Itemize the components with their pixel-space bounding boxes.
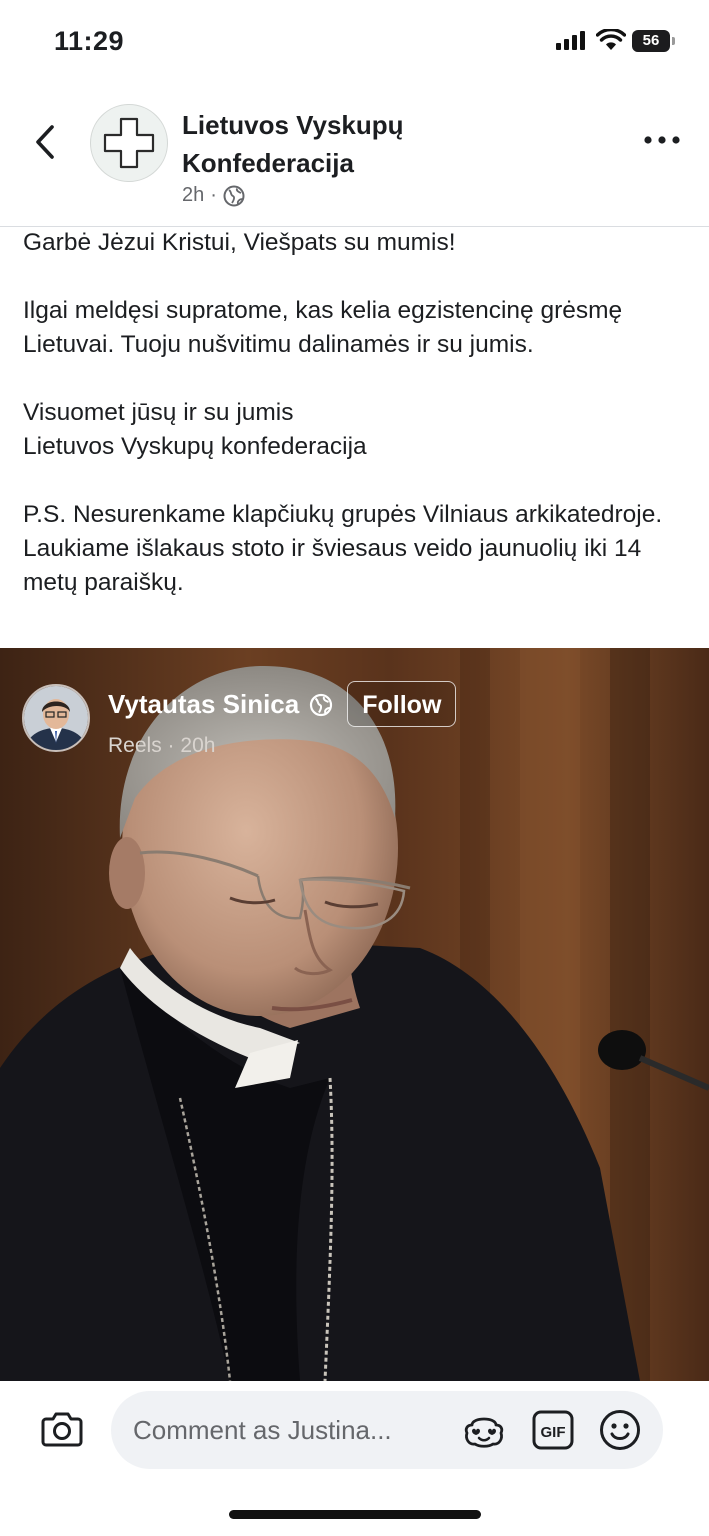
gif-icon[interactable]: GIF (532, 1410, 574, 1450)
globe-icon (310, 693, 333, 717)
meta-separator: · (210, 184, 217, 206)
avatar-sticker-icon[interactable] (463, 1411, 505, 1449)
status-bar: 11:29 56 (0, 0, 709, 88)
wifi-icon (596, 29, 626, 50)
comment-placeholder: Comment as Justina... (133, 1415, 392, 1445)
shared-reel[interactable]: Vytautas Sinica Follow Reels · 20h (0, 648, 709, 1381)
cross-logo-icon (103, 117, 155, 169)
globe-icon (223, 185, 245, 206)
emoji-icon[interactable] (599, 1409, 641, 1451)
post-meta: 2h · (182, 184, 245, 207)
reel-source: Reels (108, 734, 162, 757)
camera-icon[interactable] (40, 1409, 84, 1449)
post-body: Garbė Jėzui Kristui, Viešpats su mumis! … (23, 226, 683, 634)
battery-icon: 56 (632, 30, 675, 52)
home-indicator (229, 1510, 481, 1519)
follow-button[interactable]: Follow (347, 681, 457, 727)
reel-meta: Reels · 20h (108, 734, 456, 758)
post-paragraph: Visuomet jūsų ir su jumis Lietuvos Vysku… (23, 399, 367, 460)
person-avatar-icon (24, 686, 88, 750)
reel-author-name[interactable]: Vytautas Sinica (108, 689, 299, 720)
comment-bar: Comment as Justina... GIF (0, 1381, 709, 1536)
post-paragraph: P.S. Nesurenkame klapčiukų grupės Vilnia… (23, 501, 663, 596)
battery-level: 56 (642, 32, 660, 49)
page-avatar[interactable] (90, 104, 168, 182)
comment-input[interactable]: Comment as Justina... GIF (111, 1391, 663, 1469)
post-time[interactable]: 2h (182, 184, 204, 207)
reel-author-avatar[interactable] (22, 684, 90, 752)
signal-icon (556, 31, 585, 50)
page-name[interactable]: Lietuvos Vyskupų Konfederacija (182, 106, 562, 182)
back-icon[interactable] (30, 122, 60, 162)
post-paragraph: Ilgai meldęsi supratome, kas kelia egzis… (23, 297, 623, 358)
more-icon[interactable] (640, 128, 684, 152)
post-paragraph: Garbė Jėzui Kristui, Viešpats su mumis! (23, 229, 456, 256)
status-time: 11:29 (54, 26, 125, 56)
gif-label: GIF (541, 1424, 566, 1441)
post-header: Lietuvos Vyskupų Konfederacija 2h · (0, 88, 709, 227)
reel-author: Vytautas Sinica Follow Reels · 20h (22, 681, 457, 758)
reel-time: 20h (180, 734, 216, 757)
reel-meta-separator: · (167, 734, 175, 757)
